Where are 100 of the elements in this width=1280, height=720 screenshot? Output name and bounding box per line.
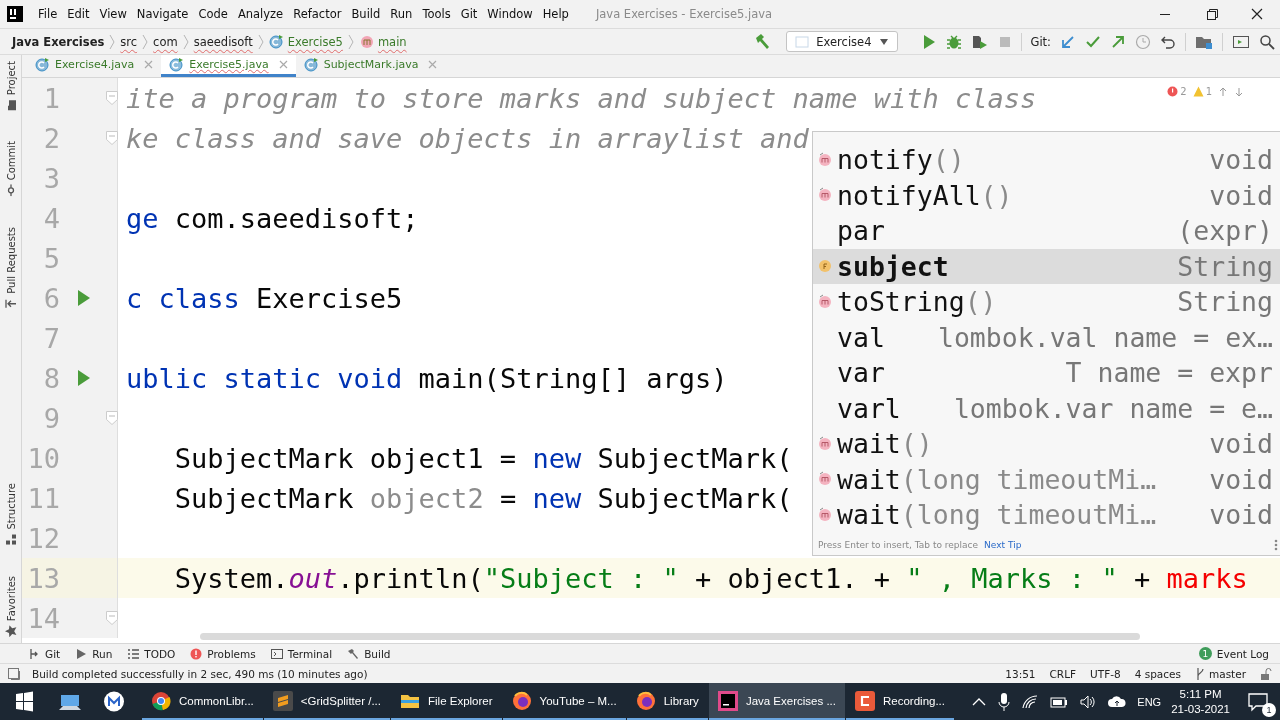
method-icon: [358, 33, 375, 50]
completion-item[interactable]: notifyAll() void: [813, 177, 1280, 213]
completion-item[interactable]: val lombok.val name = ex…: [813, 319, 1280, 355]
completion-item[interactable]: toString() String: [813, 284, 1280, 320]
completion-item[interactable]: var T name = expr: [813, 355, 1280, 391]
scrollbar[interactable]: [200, 633, 1140, 640]
completion-item[interactable]: notify() void: [813, 142, 1280, 178]
update-icon[interactable]: [1060, 33, 1076, 50]
breadcrumb[interactable]: Java Exercises: [12, 34, 105, 49]
completion-item[interactable]: wait() void: [813, 426, 1280, 462]
menu-item[interactable]: Window: [482, 7, 538, 21]
taskbar-app[interactable]: CommonLibr...: [142, 683, 263, 720]
panel-icon[interactable]: [8, 667, 20, 680]
menu-item[interactable]: Run: [385, 7, 418, 21]
more-icon[interactable]: [1274, 538, 1278, 551]
chrome-icon: [151, 690, 171, 711]
taskbar-app[interactable]: File Explorer: [391, 683, 502, 720]
tool-window-button[interactable]: Commit: [4, 141, 17, 197]
bug-icon[interactable]: [945, 33, 962, 50]
next-tip-link[interactable]: Next Tip: [984, 539, 1022, 550]
taskbar-app[interactable]: YouTube – M...: [502, 683, 626, 720]
breadcrumb[interactable]: src: [120, 34, 138, 49]
breadcrumb[interactable]: Exercise5: [268, 33, 343, 50]
window-icon[interactable]: [1232, 33, 1250, 50]
stop-icon[interactable]: [997, 34, 1012, 49]
tool-window-button[interactable]: Build: [347, 647, 391, 660]
tool-window-button[interactable]: Pull Requests: [4, 226, 17, 310]
method-icon: [818, 471, 832, 488]
menu-item[interactable]: View: [94, 7, 132, 21]
completion-item[interactable]: par (expr): [813, 213, 1280, 249]
code-line: ge com.saeedisoft;: [125, 202, 419, 234]
breadcrumb[interactable]: main: [358, 33, 407, 50]
tool-window-button[interactable]: Project: [4, 61, 17, 112]
tool-window-button[interactable]: Terminal: [270, 647, 333, 660]
menu-item[interactable]: Analyze: [232, 7, 289, 21]
completion-item[interactable]: wait(long timeoutMi… void: [813, 461, 1280, 497]
tool-window-button[interactable]: TODO: [127, 647, 176, 660]
menu-item[interactable]: Tools: [417, 7, 456, 21]
run-configuration-dropdown[interactable]: Exercise4: [786, 31, 898, 52]
close-icon[interactable]: [428, 60, 438, 69]
fold-icon[interactable]: [106, 131, 118, 145]
menu-item[interactable]: Refactor: [288, 7, 347, 21]
hammer-icon[interactable]: [753, 32, 772, 51]
menu-item[interactable]: File: [33, 7, 63, 21]
clock-date[interactable]: 21-03-2021: [1171, 701, 1230, 717]
down-arrow-icon[interactable]: [1234, 86, 1244, 97]
taskbar-app[interactable]: Java Exercises ...: [708, 683, 845, 720]
line-number: 3: [42, 162, 60, 194]
up-arrow-icon[interactable]: [1218, 86, 1228, 97]
clock-time[interactable]: 5:11 PM: [1179, 686, 1222, 702]
notification-icon[interactable]: [1248, 691, 1270, 712]
fold-icon[interactable]: [106, 611, 118, 625]
completion-item[interactable]: subject String: [813, 248, 1280, 284]
taskbar-app[interactable]: <GridSplitter /...: [263, 683, 390, 720]
cloud-icon[interactable]: [1107, 693, 1128, 710]
status-item[interactable]: UTF-8: [1090, 667, 1121, 680]
event-log-button[interactable]: 1 Event Log: [1198, 647, 1269, 660]
run-icon[interactable]: [77, 369, 91, 387]
push-icon[interactable]: [1110, 33, 1126, 50]
status-item[interactable]: CRLF: [1049, 667, 1077, 680]
tool-window-button[interactable]: Run: [75, 647, 113, 660]
wifi-icon[interactable]: [1021, 693, 1040, 710]
branch-widget[interactable]: master: [1194, 666, 1246, 681]
volume-icon[interactable]: [1079, 693, 1098, 710]
lock-icon[interactable]: [1260, 667, 1272, 680]
menu-item[interactable]: Edit: [62, 7, 95, 21]
fold-icon[interactable]: [106, 411, 118, 425]
menu-item[interactable]: Help: [537, 7, 574, 21]
fold-icon[interactable]: [106, 91, 118, 105]
clock-icon[interactable]: [1135, 33, 1151, 50]
file-tab[interactable]: Exercise5.java: [161, 55, 296, 77]
close-icon[interactable]: [278, 60, 288, 69]
menu-item[interactable]: Navigate: [131, 7, 194, 21]
completion-item[interactable]: wait(long timeoutMi… void: [813, 497, 1280, 533]
coverage-icon[interactable]: [970, 33, 989, 50]
tool-window-button[interactable]: Git: [28, 647, 61, 660]
menu-item[interactable]: Build: [346, 7, 386, 21]
search-icon[interactable]: [1259, 33, 1275, 50]
taskbar-app[interactable]: Library: [626, 683, 708, 720]
breadcrumb[interactable]: saeedisoft: [193, 34, 253, 49]
file-tab[interactable]: SubjectMark.java: [295, 55, 446, 77]
line-number: 7: [42, 322, 60, 354]
app-logo-icon[interactable]: [7, 6, 23, 22]
menu-item[interactable]: Git: [455, 7, 483, 21]
line-number: 4: [42, 202, 60, 234]
status-item[interactable]: 4 spaces: [1134, 667, 1181, 680]
microphone-icon[interactable]: [997, 691, 1012, 712]
tool-window-button[interactable]: Favorites: [4, 575, 17, 637]
taskbar-app[interactable]: Recording...: [846, 683, 954, 720]
close-icon[interactable]: [144, 60, 154, 69]
breadcrumb[interactable]: com: [153, 34, 178, 49]
status-item[interactable]: 13:51: [1005, 667, 1036, 680]
language-indicator[interactable]: ENG: [1137, 695, 1162, 708]
line-number: 13: [26, 562, 60, 594]
menu-item[interactable]: Code: [193, 7, 233, 21]
run-icon[interactable]: [77, 289, 91, 307]
file-tab[interactable]: Exercise4.java: [27, 55, 162, 77]
tool-window-button[interactable]: Problems: [190, 647, 256, 660]
completion-item[interactable]: varl lombok.var name = e…: [813, 390, 1280, 426]
tool-window-button[interactable]: Structure: [4, 483, 17, 546]
